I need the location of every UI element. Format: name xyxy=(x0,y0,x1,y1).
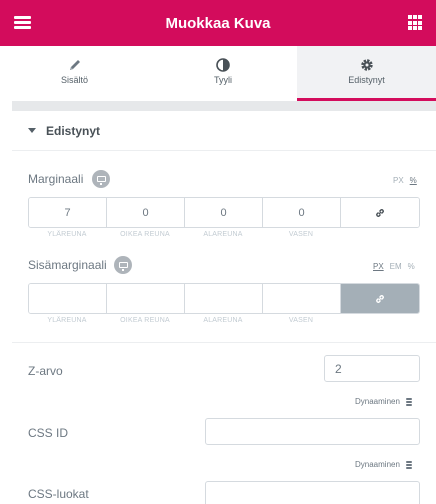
z-index-label: Z-arvo xyxy=(28,364,63,378)
section-title: Edistynyt xyxy=(46,123,101,138)
link-values-button[interactable] xyxy=(341,284,419,313)
side-label-left: VASEN xyxy=(288,231,314,238)
z-index-input[interactable]: 2 xyxy=(324,355,420,382)
section-toggle-advanced[interactable]: Edistynyt xyxy=(12,111,436,151)
tab-label: Tyyli xyxy=(214,75,232,85)
unit-percent[interactable]: % xyxy=(410,176,417,185)
gear-icon xyxy=(360,57,374,72)
margin-left-input[interactable]: 0 xyxy=(263,198,341,227)
side-label-top: YLÄREUNA xyxy=(47,231,87,238)
padding-dimensions xyxy=(28,283,420,314)
side-label-left: VASEN xyxy=(288,317,314,324)
margin-units: PX % xyxy=(393,176,417,185)
database-icon xyxy=(405,397,412,406)
widgets-grid-icon[interactable] xyxy=(408,15,424,31)
unit-em[interactable]: EM xyxy=(390,262,402,271)
margin-label: Marginaali xyxy=(28,172,84,186)
css-id-input[interactable] xyxy=(205,418,420,445)
padding-left-input[interactable] xyxy=(263,284,341,313)
database-icon xyxy=(405,460,412,469)
dynamic-tags-button[interactable]: Dynaaminen xyxy=(355,397,412,406)
panel-tabs: Sisältö Tyyli Edistynyt xyxy=(0,46,436,101)
side-label-bottom: ALAREUNA xyxy=(203,317,243,324)
side-label-top: YLÄREUNA xyxy=(47,317,87,324)
css-id-label: CSS ID xyxy=(28,426,69,440)
link-icon xyxy=(376,294,384,303)
dynamic-tags-button[interactable]: Dynaaminen xyxy=(355,460,412,469)
responsive-desktop-icon[interactable] xyxy=(92,170,110,188)
hamburger-menu-icon[interactable] xyxy=(14,14,32,32)
padding-units: PX EM % xyxy=(373,262,415,271)
panel-title: Muokkaa Kuva xyxy=(165,14,271,32)
tab-advanced[interactable]: Edistynyt xyxy=(297,46,436,101)
margin-bottom-input[interactable]: 0 xyxy=(185,198,263,227)
unit-px[interactable]: PX xyxy=(373,262,384,271)
unit-percent[interactable]: % xyxy=(408,262,415,271)
divider xyxy=(12,342,436,343)
side-label-bottom: ALAREUNA xyxy=(203,231,243,238)
panel-header: Muokkaa Kuva xyxy=(0,0,436,46)
tab-label: Sisältö xyxy=(60,75,88,85)
tab-style[interactable]: Tyyli xyxy=(149,46,297,101)
margin-top-input[interactable]: 7 xyxy=(29,198,107,227)
link-icon xyxy=(376,208,384,217)
padding-label: Sisämarginaali xyxy=(28,258,107,272)
dynamic-label: Dynaaminen xyxy=(355,397,400,406)
css-classes-label: CSS-luokat xyxy=(28,487,89,501)
caret-down-icon xyxy=(28,128,36,133)
section-divider xyxy=(12,101,436,111)
dynamic-label: Dynaaminen xyxy=(355,460,400,469)
tab-content[interactable]: Sisältö xyxy=(0,46,149,101)
padding-right-input[interactable] xyxy=(107,284,185,313)
padding-bottom-input[interactable] xyxy=(185,284,263,313)
padding-side-labels: YLÄREUNA OIKEA REUNA ALAREUNA VASEN xyxy=(28,317,340,324)
link-values-button[interactable] xyxy=(341,198,419,227)
unit-px[interactable]: PX xyxy=(393,176,404,185)
pencil-icon xyxy=(68,57,82,72)
tab-label: Edistynyt xyxy=(348,75,385,85)
margin-dimensions: 7 0 0 0 xyxy=(28,197,420,228)
side-label-right: OIKEA REUNA xyxy=(120,231,170,238)
contrast-icon xyxy=(216,57,230,72)
responsive-desktop-icon[interactable] xyxy=(114,256,132,274)
side-label-right: OIKEA REUNA xyxy=(120,317,170,324)
margin-side-labels: YLÄREUNA OIKEA REUNA ALAREUNA VASEN xyxy=(28,231,340,238)
css-classes-input[interactable] xyxy=(205,481,420,504)
padding-top-input[interactable] xyxy=(29,284,107,313)
margin-right-input[interactable]: 0 xyxy=(107,198,185,227)
